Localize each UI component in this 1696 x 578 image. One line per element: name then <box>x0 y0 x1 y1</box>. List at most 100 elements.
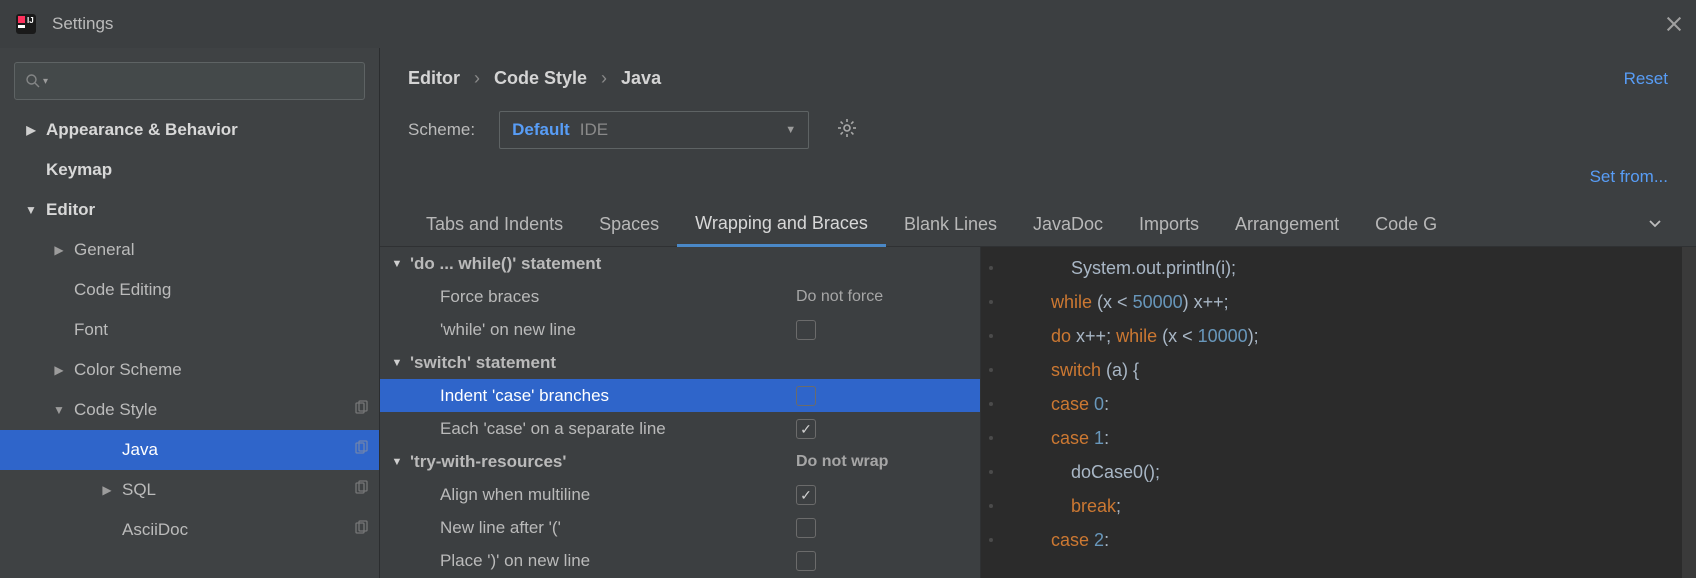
tab-blank-lines[interactable]: Blank Lines <box>886 206 1015 245</box>
search-icon <box>25 73 41 89</box>
option-align-when-multiline[interactable]: Align when multiline <box>380 478 980 511</box>
chevron-down-icon: ▼ <box>390 258 404 270</box>
option-checkbox[interactable] <box>796 386 816 406</box>
sidebar-item-label: AsciiDoc <box>122 520 188 540</box>
code-preview: System.out.println(i); while (x < 50000)… <box>980 247 1696 578</box>
tab-tabs-and-indents[interactable]: Tabs and Indents <box>408 206 581 245</box>
sidebar-item-label: Java <box>122 440 158 460</box>
option-checkbox[interactable] <box>796 485 816 505</box>
reset-link[interactable]: Reset <box>1624 69 1668 89</box>
sidebar-item-general[interactable]: ▶ General <box>0 230 379 270</box>
copy-icon <box>353 400 369 421</box>
chevron-right-icon: ▶ <box>52 363 66 377</box>
sidebar-item-sql[interactable]: ▶ SQL <box>0 470 379 510</box>
breadcrumb: Editor › Code Style › Java Reset <box>380 48 1696 89</box>
option-label: 'while' on new line <box>440 320 796 340</box>
option-label: 'do ... while()' statement <box>410 254 796 274</box>
option-label: 'switch' statement <box>410 353 796 373</box>
window-title: Settings <box>52 14 113 34</box>
scheme-value: Default <box>512 120 570 140</box>
chevron-right-icon: ▶ <box>52 243 66 257</box>
sidebar-item-label: Color Scheme <box>74 360 182 380</box>
sidebar-item-label: Code Style <box>74 400 157 420</box>
option-value-text[interactable]: Do not wrap <box>796 453 966 471</box>
option-force-braces[interactable]: Force bracesDo not force <box>380 280 980 313</box>
tab-javadoc[interactable]: JavaDoc <box>1015 206 1121 245</box>
chevron-down-icon: ▼ <box>785 124 796 136</box>
settings-tree: ▶ Appearance & Behavior Keymap ▼ Editor ▶ Gene… <box>0 110 379 578</box>
sidebar-item-label: General <box>74 240 134 260</box>
tab-imports[interactable]: Imports <box>1121 206 1217 245</box>
sidebar-item-label: SQL <box>122 480 156 500</box>
preview-scrollbar[interactable] <box>1682 247 1696 578</box>
breadcrumb-editor[interactable]: Editor <box>408 68 460 89</box>
copy-icon <box>353 520 369 541</box>
options-list: ▼'do ... while()' statementForce bracesD… <box>380 247 980 578</box>
chevron-down-icon: ▼ <box>24 203 38 217</box>
search-input[interactable]: ▾ <box>14 62 365 100</box>
option-label: Force braces <box>440 287 796 307</box>
option-label: Place ')' on new line <box>440 551 796 571</box>
titlebar: IJ Settings <box>0 0 1696 48</box>
search-field[interactable] <box>54 73 354 90</box>
chevron-down-icon: ▼ <box>52 403 66 417</box>
sidebar-item-asciidoc[interactable]: AsciiDoc <box>0 510 379 550</box>
sidebar-item-label: Font <box>74 320 108 340</box>
sidebar-item-font[interactable]: Font <box>0 310 379 350</box>
option-value-text[interactable]: Do not force <box>796 288 966 306</box>
option--do-while-statement[interactable]: ▼ 'do ... while()' statement <box>380 247 980 280</box>
svg-text:IJ: IJ <box>27 16 34 25</box>
app-icon: IJ <box>14 12 38 36</box>
set-from-link[interactable]: Set from... <box>1590 167 1668 186</box>
option-label: 'try-with-resources' <box>410 452 796 472</box>
code-style-tabs: Tabs and IndentsSpacesWrapping and Brace… <box>380 187 1696 247</box>
settings-sidebar: ▾ ▶ Appearance & Behavior Keymap ▼ Editor ▶ Ge… <box>0 48 380 578</box>
gear-icon[interactable] <box>837 118 857 143</box>
chevron-right-icon: ▶ <box>24 123 38 137</box>
sidebar-item-label: Code Editing <box>74 280 171 300</box>
option-checkbox[interactable] <box>796 320 816 340</box>
option-label: Each 'case' on a separate line <box>440 419 796 439</box>
sidebar-item-color-scheme[interactable]: ▶ Color Scheme <box>0 350 379 390</box>
breadcrumb-java: Java <box>621 68 661 89</box>
option--try-with-resources-[interactable]: ▼ 'try-with-resources'Do not wrap <box>380 445 980 478</box>
close-icon[interactable] <box>1666 16 1682 32</box>
sidebar-item-keymap[interactable]: Keymap <box>0 150 379 190</box>
option-checkbox[interactable] <box>796 518 816 538</box>
copy-icon <box>353 480 369 501</box>
option-indent-case-branches[interactable]: Indent 'case' branches <box>380 379 980 412</box>
sidebar-item-code-style[interactable]: ▼ Code Style <box>0 390 379 430</box>
option-checkbox[interactable] <box>796 551 816 571</box>
option-new-line-after-[interactable]: New line after '(' <box>380 511 980 544</box>
chevron-down-icon: ▼ <box>390 456 404 468</box>
copy-icon <box>353 440 369 461</box>
tab-code-g[interactable]: Code G <box>1357 206 1455 245</box>
sidebar-item-appearance-behavior[interactable]: ▶ Appearance & Behavior <box>0 110 379 150</box>
scheme-tag: IDE <box>580 120 608 140</box>
option--switch-statement[interactable]: ▼ 'switch' statement <box>380 346 980 379</box>
option-label: Indent 'case' branches <box>440 386 796 406</box>
breadcrumb-codestyle[interactable]: Code Style <box>494 68 587 89</box>
scheme-select[interactable]: Default IDE ▼ <box>499 111 809 149</box>
tab-arrangement[interactable]: Arrangement <box>1217 206 1357 245</box>
option--while-on-new-line[interactable]: 'while' on new line <box>380 313 980 346</box>
sidebar-item-label: Keymap <box>46 160 112 180</box>
sidebar-item-label: Editor <box>46 200 95 220</box>
sidebar-item-java[interactable]: Java <box>0 430 379 470</box>
option-label: Align when multiline <box>440 485 796 505</box>
sidebar-item-editor[interactable]: ▼ Editor <box>0 190 379 230</box>
tab-wrapping-and-braces[interactable]: Wrapping and Braces <box>677 205 886 247</box>
sidebar-item-code-editing[interactable]: Code Editing <box>0 270 379 310</box>
option-label: New line after '(' <box>440 518 796 538</box>
settings-content: Editor › Code Style › Java Reset Scheme:… <box>380 48 1696 578</box>
option-place-on-new-line[interactable]: Place ')' on new line <box>380 544 980 577</box>
scheme-label: Scheme: <box>408 120 475 140</box>
option-checkbox[interactable] <box>796 419 816 439</box>
chevron-down-icon: ▼ <box>390 357 404 369</box>
chevron-right-icon: ▶ <box>100 483 114 497</box>
tabs-overflow-icon[interactable] <box>1642 206 1668 245</box>
sidebar-item-label: Appearance & Behavior <box>46 120 238 140</box>
tab-spaces[interactable]: Spaces <box>581 206 677 245</box>
chevron-down-icon: ▾ <box>43 76 48 87</box>
option-each-case-on-a-separate-line[interactable]: Each 'case' on a separate line <box>380 412 980 445</box>
